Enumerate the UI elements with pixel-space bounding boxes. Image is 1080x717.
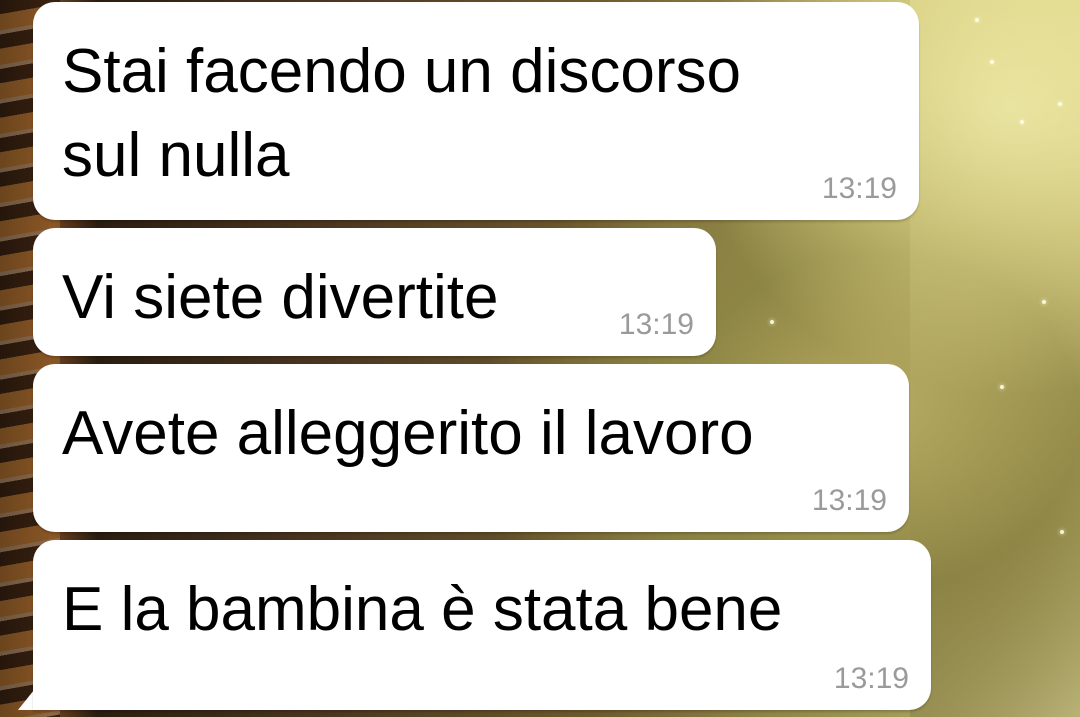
sparkle-decoration <box>1042 300 1046 304</box>
message-timestamp: 13:19 <box>833 662 909 695</box>
sparkle-decoration <box>1000 385 1004 389</box>
sparkle-decoration <box>1058 102 1062 106</box>
sparkle-decoration <box>1020 120 1024 124</box>
message-bubble[interactable]: E la bambina è stata bene 13:19 <box>33 540 931 710</box>
sparkle-decoration <box>975 18 979 22</box>
message-timestamp: 13:19 <box>821 172 897 205</box>
sparkle-decoration <box>1060 530 1064 534</box>
sparkle-decoration <box>770 320 774 324</box>
message-bubble[interactable]: Avete alleggerito il lavoro 13:19 <box>33 364 909 532</box>
bubble-tail <box>18 690 34 710</box>
sparkle-decoration <box>990 60 994 64</box>
message-timestamp: 13:19 <box>618 308 694 341</box>
message-text: Avete alleggerito il lavoro <box>62 399 754 468</box>
message-text: Vi siete divertite <box>62 263 499 332</box>
message-timestamp: 13:19 <box>811 484 887 517</box>
message-text: Stai facendo un discorso sul nulla <box>62 37 741 190</box>
message-text: E la bambina è stata bene <box>62 575 783 644</box>
message-bubble[interactable]: Vi siete divertite 13:19 <box>33 228 716 356</box>
message-bubble[interactable]: Stai facendo un discorso sul nulla 13:19 <box>33 2 919 220</box>
wallpaper-glow <box>910 0 1080 717</box>
